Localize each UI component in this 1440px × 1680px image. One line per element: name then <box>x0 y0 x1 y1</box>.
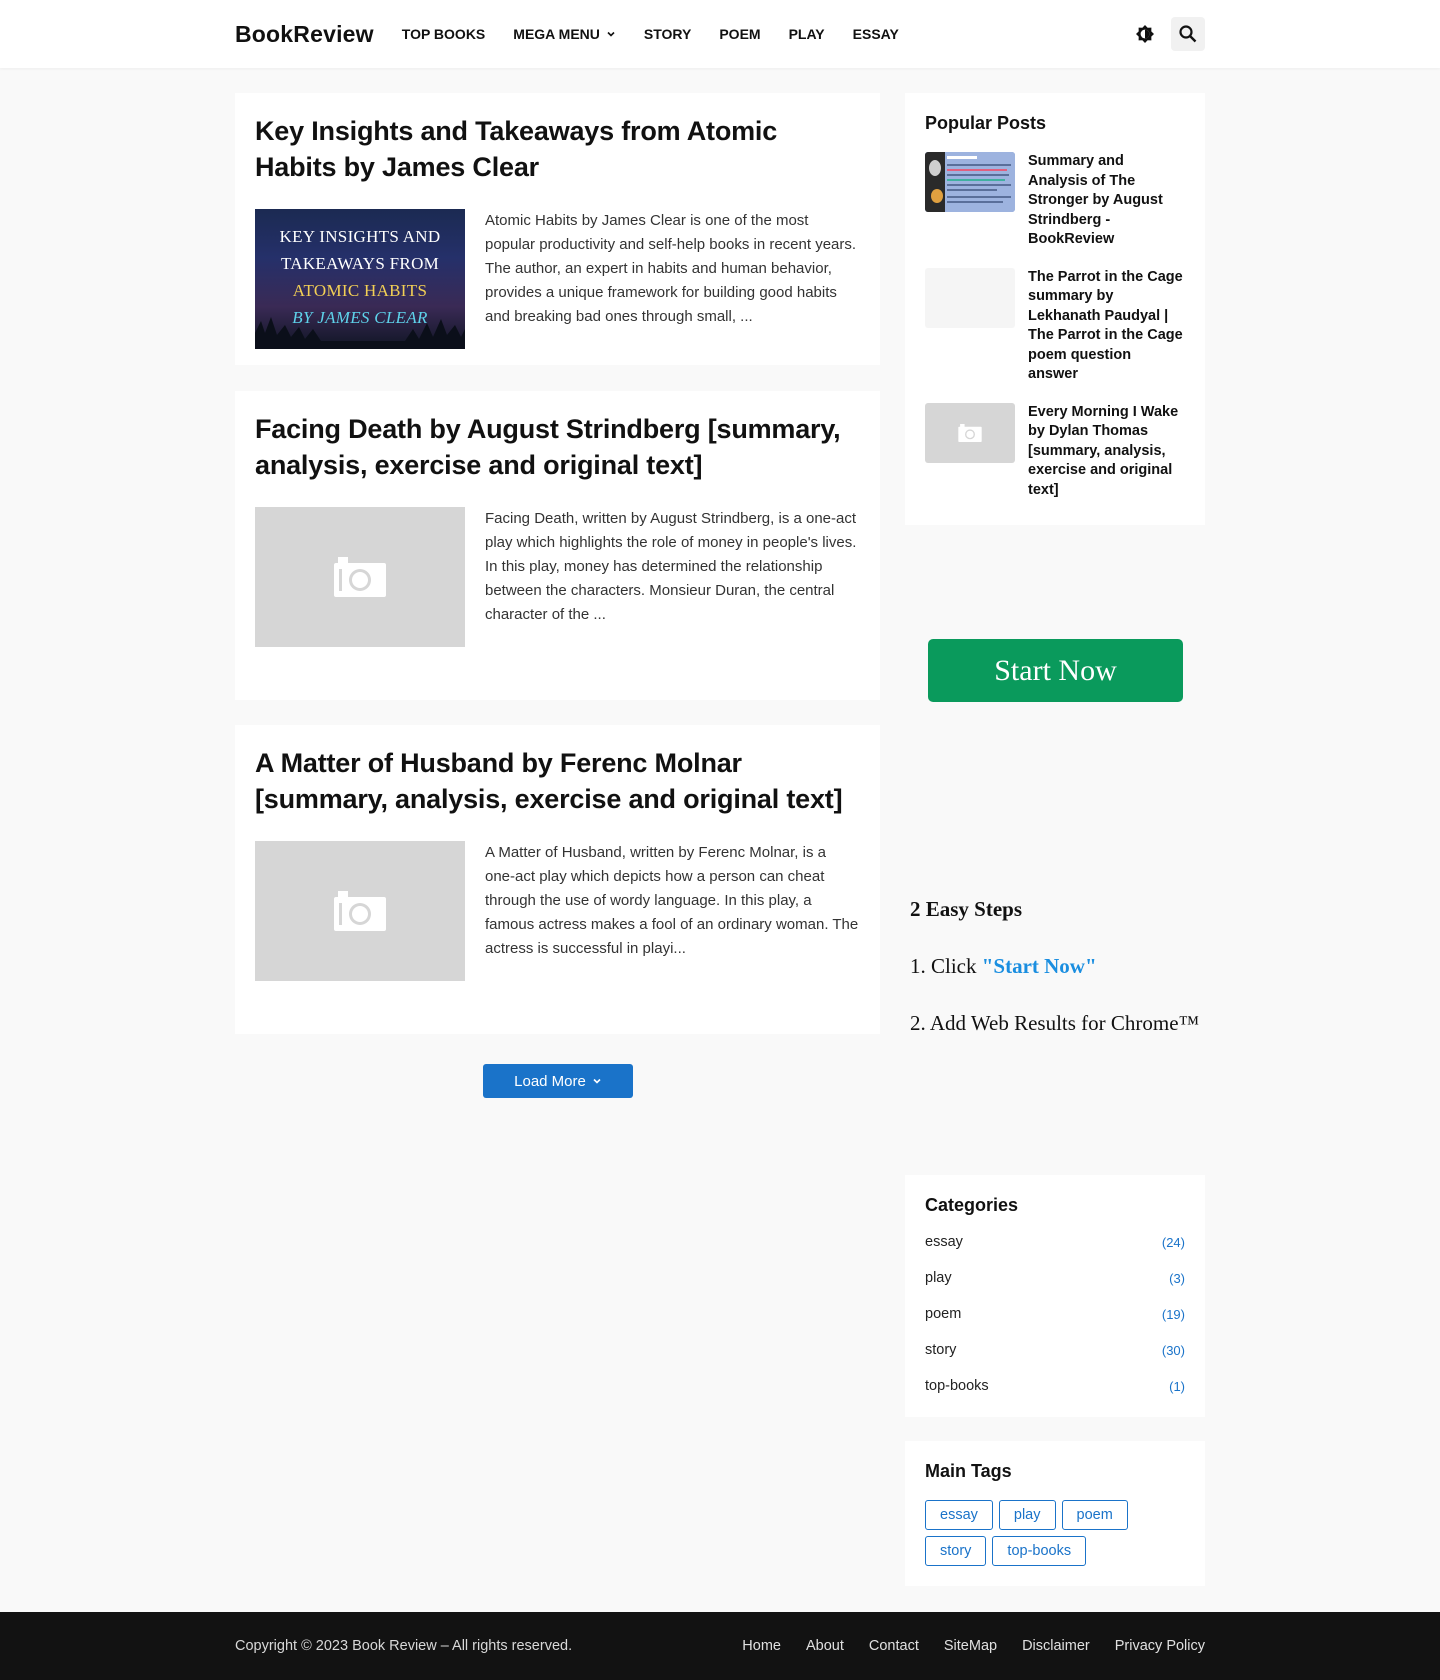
post-thumbnail[interactable] <box>255 507 465 647</box>
nav-poem[interactable]: POEM <box>719 26 760 42</box>
search-icon[interactable] <box>1171 17 1205 51</box>
post-card: A Matter of Husband by Ferenc Molnar [su… <box>235 725 880 1034</box>
footer-link-privacy-policy[interactable]: Privacy Policy <box>1115 1638 1205 1654</box>
nav-mega-menu-label: MEGA MENU <box>513 26 600 42</box>
nav-story[interactable]: STORY <box>644 26 691 42</box>
popular-post-thumbnail[interactable] <box>925 267 1015 328</box>
popular-post-title[interactable]: The Parrot in the Cage summary by Lekhan… <box>1028 268 1185 385</box>
chevron-down-icon <box>607 31 615 37</box>
ad-block: Start Now 2 Easy Steps 1. Click "Start N… <box>905 545 1205 1115</box>
camera-icon <box>958 423 982 442</box>
ad-step-2: 2. Add Web Results for Chrome™ <box>910 1011 1200 1035</box>
nav-top-books[interactable]: TOP BOOKS <box>402 26 486 42</box>
popular-post-item[interactable]: Summary and Analysis of The Stronger by … <box>925 152 1185 250</box>
categories-widget: Categories essay (24) play (3) poem (19) st… <box>905 1175 1205 1417</box>
post-title[interactable]: Key Insights and Takeaways from Atomic H… <box>255 113 860 185</box>
start-now-button[interactable]: Start Now <box>928 639 1183 702</box>
category-count: (30) <box>1161 1342 1185 1358</box>
footer-link-about[interactable]: About <box>806 1638 844 1654</box>
post-card: Key Insights and Takeaways from Atomic H… <box>235 93 880 365</box>
main-tags-widget: Main Tags essay play poem story top-book… <box>905 1441 1205 1586</box>
nav-top-books-label: TOP BOOKS <box>401 26 486 42</box>
post-title[interactable]: Facing Death by August Strindberg [summa… <box>255 411 860 483</box>
thumbnail-text: TAKEAWAYS FROM <box>280 254 440 273</box>
footer-links: Home About Contact SiteMap Disclaimer Pr… <box>717 1638 1205 1654</box>
ad-steps: 2 Easy Steps 1. Click "Start Now" 2. Add… <box>910 897 1199 1036</box>
thumbnail-text: KEY INSIGHTS AND <box>279 227 441 246</box>
post-thumbnail[interactable]: KEY INSIGHTS AND TAKEAWAYS FROM ATOMIC H… <box>255 209 465 349</box>
header-inner: BookReview TOP BOOKS MEGA MENU STORY POE… <box>235 0 1205 68</box>
category-item[interactable]: essay (24) <box>925 1232 1185 1252</box>
nav-story-label: STORY <box>643 26 692 42</box>
post-body: Facing Death, written by August Strindbe… <box>255 507 860 647</box>
popular-post-item[interactable]: The Parrot in the Cage summary by Lekhan… <box>925 267 1185 385</box>
dark-mode-toggle-icon[interactable] <box>1133 22 1157 46</box>
camera-icon <box>334 891 386 931</box>
post-excerpt: A Matter of Husband, written by Ferenc M… <box>485 844 859 957</box>
category-name[interactable]: story <box>925 1342 956 1358</box>
category-count: (19) <box>1161 1306 1185 1322</box>
category-count: (3) <box>1169 1270 1185 1286</box>
post-card: Facing Death by August Strindberg [summa… <box>235 391 880 700</box>
post-thumbnail[interactable] <box>255 841 465 981</box>
post-title[interactable]: A Matter of Husband by Ferenc Molnar [su… <box>255 745 860 817</box>
tag-top-books[interactable]: top-books <box>992 1536 1087 1566</box>
nav-essay[interactable]: ESSAY <box>853 26 899 42</box>
category-item[interactable]: poem (19) <box>925 1304 1185 1324</box>
ad-step-1-link[interactable]: "Start Now" <box>982 954 1097 978</box>
footer-link-disclaimer[interactable]: Disclaimer <box>1022 1638 1090 1654</box>
tag-essay[interactable]: essay <box>925 1500 993 1530</box>
tag-list: essay play poem story top-books <box>925 1500 1185 1572</box>
category-name[interactable]: play <box>925 1270 952 1286</box>
ad-step-1: 1. Click "Start Now" <box>910 954 1199 979</box>
category-name[interactable]: poem <box>925 1306 961 1322</box>
popular-post-thumbnail[interactable] <box>925 402 1015 463</box>
popular-post-item[interactable]: Every Morning I Wake by Dylan Thomas [su… <box>925 402 1185 501</box>
post-body: A Matter of Husband, written by Ferenc M… <box>255 841 860 981</box>
forest-silhouette <box>255 317 465 349</box>
site-header: BookReview TOP BOOKS MEGA MENU STORY POE… <box>0 0 1440 68</box>
tag-poem[interactable]: poem <box>1061 1500 1128 1530</box>
tag-story[interactable]: story <box>925 1536 987 1566</box>
load-more-button[interactable]: Load More <box>483 1064 633 1098</box>
widget-title: Categories <box>925 1195 1019 1215</box>
site-logo[interactable]: BookReview <box>235 21 374 48</box>
tag-play[interactable]: play <box>998 1500 1056 1530</box>
popular-post-title[interactable]: Summary and Analysis of The Stronger by … <box>1028 152 1185 250</box>
category-item[interactable]: top-books (1) <box>925 1376 1185 1396</box>
widget-title: Main Tags <box>925 1461 1012 1481</box>
category-count: (1) <box>1169 1378 1185 1394</box>
load-more-label: Load More <box>514 1072 586 1090</box>
ad-steps-heading: 2 Easy Steps <box>910 897 1023 921</box>
nav-play[interactable]: PLAY <box>789 26 825 42</box>
footer-link-home[interactable]: Home <box>742 1638 781 1654</box>
popular-post-thumbnail[interactable] <box>925 152 1015 212</box>
site-footer: Copyright © 2023 Book Review – All right… <box>0 1612 1440 1680</box>
main-nav: TOP BOOKS MEGA MENU STORY POEM PLAY ESSA… <box>402 26 927 42</box>
category-item[interactable]: story (30) <box>925 1340 1185 1360</box>
widget-title: Popular Posts <box>925 113 1047 133</box>
popular-post-title[interactable]: Every Morning I Wake by Dylan Thomas [su… <box>1028 403 1185 501</box>
category-count: (24) <box>1161 1234 1185 1250</box>
popular-posts-widget: Popular Posts Summary and Analysis of Th… <box>905 93 1205 525</box>
post-excerpt: Atomic Habits by James Clear is one of t… <box>485 212 857 325</box>
stronger-thumbnail-image <box>925 152 1015 212</box>
nav-poem-label: POEM <box>719 26 761 42</box>
category-name[interactable]: top-books <box>925 1378 989 1394</box>
chevron-down-icon <box>593 1078 601 1084</box>
copyright-text: Copyright © 2023 Book Review – All right… <box>235 1638 573 1654</box>
footer-link-contact[interactable]: Contact <box>869 1638 919 1654</box>
nav-essay-label: ESSAY <box>852 26 899 42</box>
ad-step-1-text: 1. Click <box>910 954 982 978</box>
nav-play-label: PLAY <box>788 26 825 42</box>
nav-mega-menu[interactable]: MEGA MENU <box>513 26 616 42</box>
camera-icon <box>334 557 386 597</box>
category-name[interactable]: essay <box>925 1234 963 1250</box>
post-excerpt: Facing Death, written by August Strindbe… <box>485 510 857 623</box>
footer-link-sitemap[interactable]: SiteMap <box>944 1638 997 1654</box>
category-item[interactable]: play (3) <box>925 1268 1185 1288</box>
header-actions <box>1133 17 1205 51</box>
footer-inner: Copyright © 2023 Book Review – All right… <box>235 1612 1205 1680</box>
post-body: KEY INSIGHTS AND TAKEAWAYS FROM ATOMIC H… <box>255 209 860 349</box>
